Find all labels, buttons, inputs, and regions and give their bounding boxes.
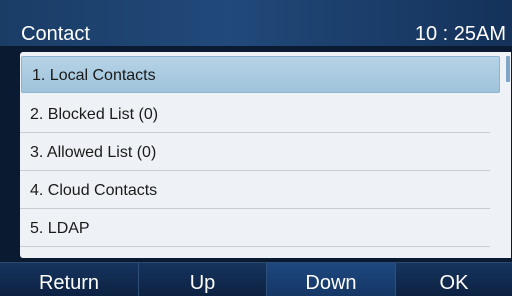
phone-screen: Contact 10 : 25AM 1. Local Contacts 2. B… xyxy=(0,0,512,296)
menu-item-local-contacts[interactable]: 1. Local Contacts xyxy=(21,56,500,93)
menu-item-label: 2. Blocked List (0) xyxy=(30,106,159,123)
menu-item-label: 5. LDAP xyxy=(30,220,90,237)
clock: 10 : 25AM xyxy=(414,23,506,45)
ok-button[interactable]: OK xyxy=(396,263,512,296)
menu-item-blocked-list[interactable]: 2. Blocked List (0) xyxy=(20,96,490,133)
menu-item-cloud-contacts[interactable]: 4. Cloud Contacts xyxy=(20,172,490,209)
menu-item-label: 4. Cloud Contacts xyxy=(30,182,158,199)
contact-menu-list: 1. Local Contacts 2. Blocked List (0) 3.… xyxy=(20,52,511,258)
menu-item-label: 1. Local Contacts xyxy=(32,67,156,84)
menu-item-ldap[interactable]: 5. LDAP xyxy=(20,210,490,247)
return-button[interactable]: Return xyxy=(0,263,139,296)
up-button[interactable]: Up xyxy=(139,263,267,296)
menu-item-label: 3. Allowed List (0) xyxy=(30,144,157,161)
down-button[interactable]: Down xyxy=(267,263,396,296)
title-bar: Contact 10 : 25AM xyxy=(0,0,512,46)
scrollbar[interactable] xyxy=(506,56,510,82)
menu-item-allowed-list[interactable]: 3. Allowed List (0) xyxy=(20,134,490,171)
page-title: Contact xyxy=(21,23,90,45)
softkey-bar: Return Up Down OK xyxy=(0,262,512,296)
